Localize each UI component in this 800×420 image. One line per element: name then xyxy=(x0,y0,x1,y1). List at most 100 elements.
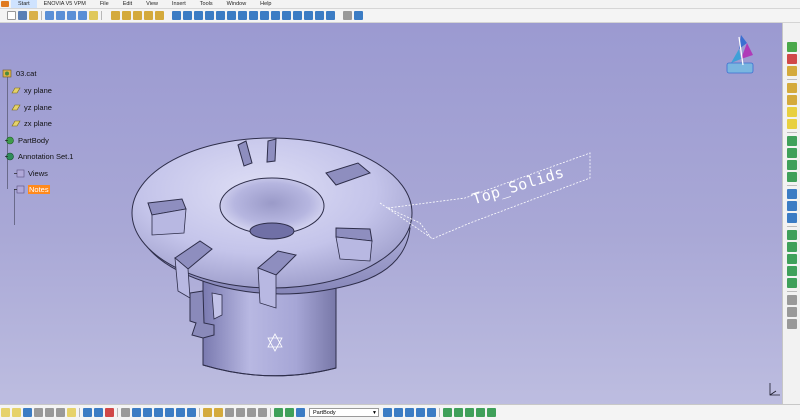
fit-all-icon[interactable] xyxy=(172,11,181,20)
annotation-text-icon[interactable] xyxy=(383,408,392,417)
menu-tools[interactable]: Tools xyxy=(193,0,220,8)
open-icon[interactable] xyxy=(12,408,21,417)
menu-insert[interactable]: Insert xyxy=(165,0,193,8)
3d-viewport[interactable]: 03.cat xy plane yz plane zx plane PartBo… xyxy=(0,23,782,404)
zoom-out-icon[interactable] xyxy=(216,11,225,20)
filter-icon[interactable] xyxy=(487,408,496,417)
union-trim-icon[interactable] xyxy=(786,278,797,288)
pan-icon[interactable] xyxy=(183,11,192,20)
arrow-down-icon[interactable] xyxy=(56,11,65,20)
part-design-icon[interactable] xyxy=(111,11,120,20)
paste-icon[interactable] xyxy=(67,408,76,417)
menu-help[interactable]: Help xyxy=(253,0,278,8)
hole-feature-icon[interactable] xyxy=(786,107,797,117)
axis-system-icon[interactable] xyxy=(786,295,797,305)
folder-icon[interactable] xyxy=(89,11,98,20)
capture-icon[interactable] xyxy=(454,408,463,417)
zoom-in-icon[interactable] xyxy=(205,11,214,20)
apply-material-icon[interactable] xyxy=(274,408,283,417)
pattern-icon[interactable] xyxy=(786,201,797,211)
save-icon[interactable] xyxy=(23,408,32,417)
pad-icon[interactable] xyxy=(122,11,131,20)
copy-icon[interactable] xyxy=(56,408,65,417)
tree-item-views[interactable]: Views xyxy=(14,167,48,179)
swap-space-icon[interactable] xyxy=(271,11,280,20)
formula-icon[interactable] xyxy=(236,408,245,417)
menu-window[interactable]: Window xyxy=(220,0,254,8)
arrow-left-icon[interactable] xyxy=(78,11,87,20)
properties-icon[interactable] xyxy=(354,11,363,20)
select-arrow-icon[interactable] xyxy=(7,11,16,20)
boolean-icon[interactable] xyxy=(786,230,797,240)
assemble-icon[interactable] xyxy=(786,242,797,252)
tree-item-partbody[interactable]: PartBody xyxy=(4,134,49,146)
tree-root[interactable]: 03.cat xyxy=(2,67,36,79)
hide-show-icon[interactable] xyxy=(260,11,269,20)
shaft-feature-icon[interactable] xyxy=(786,95,797,105)
scale-icon[interactable] xyxy=(786,213,797,223)
constraint-icon[interactable] xyxy=(225,408,234,417)
pocket-icon[interactable] xyxy=(133,11,142,20)
menu-edit[interactable]: Edit xyxy=(116,0,139,8)
measure-between-icon[interactable] xyxy=(247,408,256,417)
update-icon[interactable] xyxy=(105,408,114,417)
sketcher-icon[interactable] xyxy=(786,42,797,52)
normal-view-bottom-icon[interactable] xyxy=(187,408,196,417)
section-icon[interactable] xyxy=(465,408,474,417)
sketch-analysis-icon[interactable] xyxy=(296,408,305,417)
measure-icon[interactable] xyxy=(343,11,352,20)
pan-bottom-icon[interactable] xyxy=(143,408,152,417)
cut-icon[interactable] xyxy=(45,408,54,417)
zoom-out-bottom-icon[interactable] xyxy=(176,408,185,417)
menu-start[interactable]: Start xyxy=(11,0,37,8)
insert-body-icon[interactable] xyxy=(214,408,223,417)
pad-feature-icon[interactable] xyxy=(786,66,797,76)
undo-icon[interactable] xyxy=(83,408,92,417)
body-icon[interactable] xyxy=(203,408,212,417)
ground-icon[interactable] xyxy=(315,11,324,20)
flag-note-icon[interactable] xyxy=(394,408,403,417)
measure-item-icon[interactable] xyxy=(258,408,267,417)
groove-icon[interactable] xyxy=(155,11,164,20)
new-icon[interactable] xyxy=(1,408,10,417)
sketch-line-icon[interactable] xyxy=(18,11,27,20)
view-plane-icon[interactable] xyxy=(443,408,452,417)
menu-enovia[interactable]: ENOVIA V5 VPM xyxy=(37,0,93,8)
point-icon[interactable] xyxy=(786,307,797,317)
lighting-icon[interactable] xyxy=(293,11,302,20)
rotate-icon[interactable] xyxy=(194,11,203,20)
chamfer-icon[interactable] xyxy=(786,148,797,158)
intersect-icon[interactable] xyxy=(786,266,797,276)
shaft-icon[interactable] xyxy=(144,11,153,20)
shell-icon[interactable] xyxy=(786,172,797,182)
dimension-icon[interactable] xyxy=(427,408,436,417)
fillet-icon[interactable] xyxy=(786,136,797,146)
depth-effect-icon[interactable] xyxy=(304,11,313,20)
pencil-icon[interactable] xyxy=(29,11,38,20)
draft-icon[interactable] xyxy=(786,160,797,170)
tree-item-notes[interactable]: Notes xyxy=(14,183,50,195)
datum-icon[interactable] xyxy=(405,408,414,417)
exit-workbench-icon[interactable] xyxy=(786,54,797,64)
tree-item-xy-plane[interactable]: xy plane xyxy=(10,84,52,96)
tree-item-zx-plane[interactable]: zx plane xyxy=(10,117,52,129)
tree-item-yz-plane[interactable]: yz plane xyxy=(10,101,52,113)
rotate-bottom-icon[interactable] xyxy=(154,408,163,417)
zoom-in-bottom-icon[interactable] xyxy=(165,408,174,417)
arrow-up-icon[interactable] xyxy=(45,11,54,20)
iso-view-icon[interactable] xyxy=(238,11,247,20)
camera-icon[interactable] xyxy=(476,408,485,417)
remove-icon[interactable] xyxy=(786,254,797,264)
mirror-icon[interactable] xyxy=(786,189,797,199)
pocket-feature-icon[interactable] xyxy=(786,83,797,93)
tolerance-icon[interactable] xyxy=(416,408,425,417)
render-icon[interactable] xyxy=(282,11,291,20)
analysis-icon[interactable] xyxy=(285,408,294,417)
shading-icon[interactable] xyxy=(249,11,258,20)
redo-icon[interactable] xyxy=(94,408,103,417)
arrow-right-icon[interactable] xyxy=(67,11,76,20)
rib-feature-icon[interactable] xyxy=(786,119,797,129)
normal-view-icon[interactable] xyxy=(227,11,236,20)
multi-view-icon[interactable] xyxy=(326,11,335,20)
current-body-select[interactable]: PartBody ▼ xyxy=(309,408,379,417)
